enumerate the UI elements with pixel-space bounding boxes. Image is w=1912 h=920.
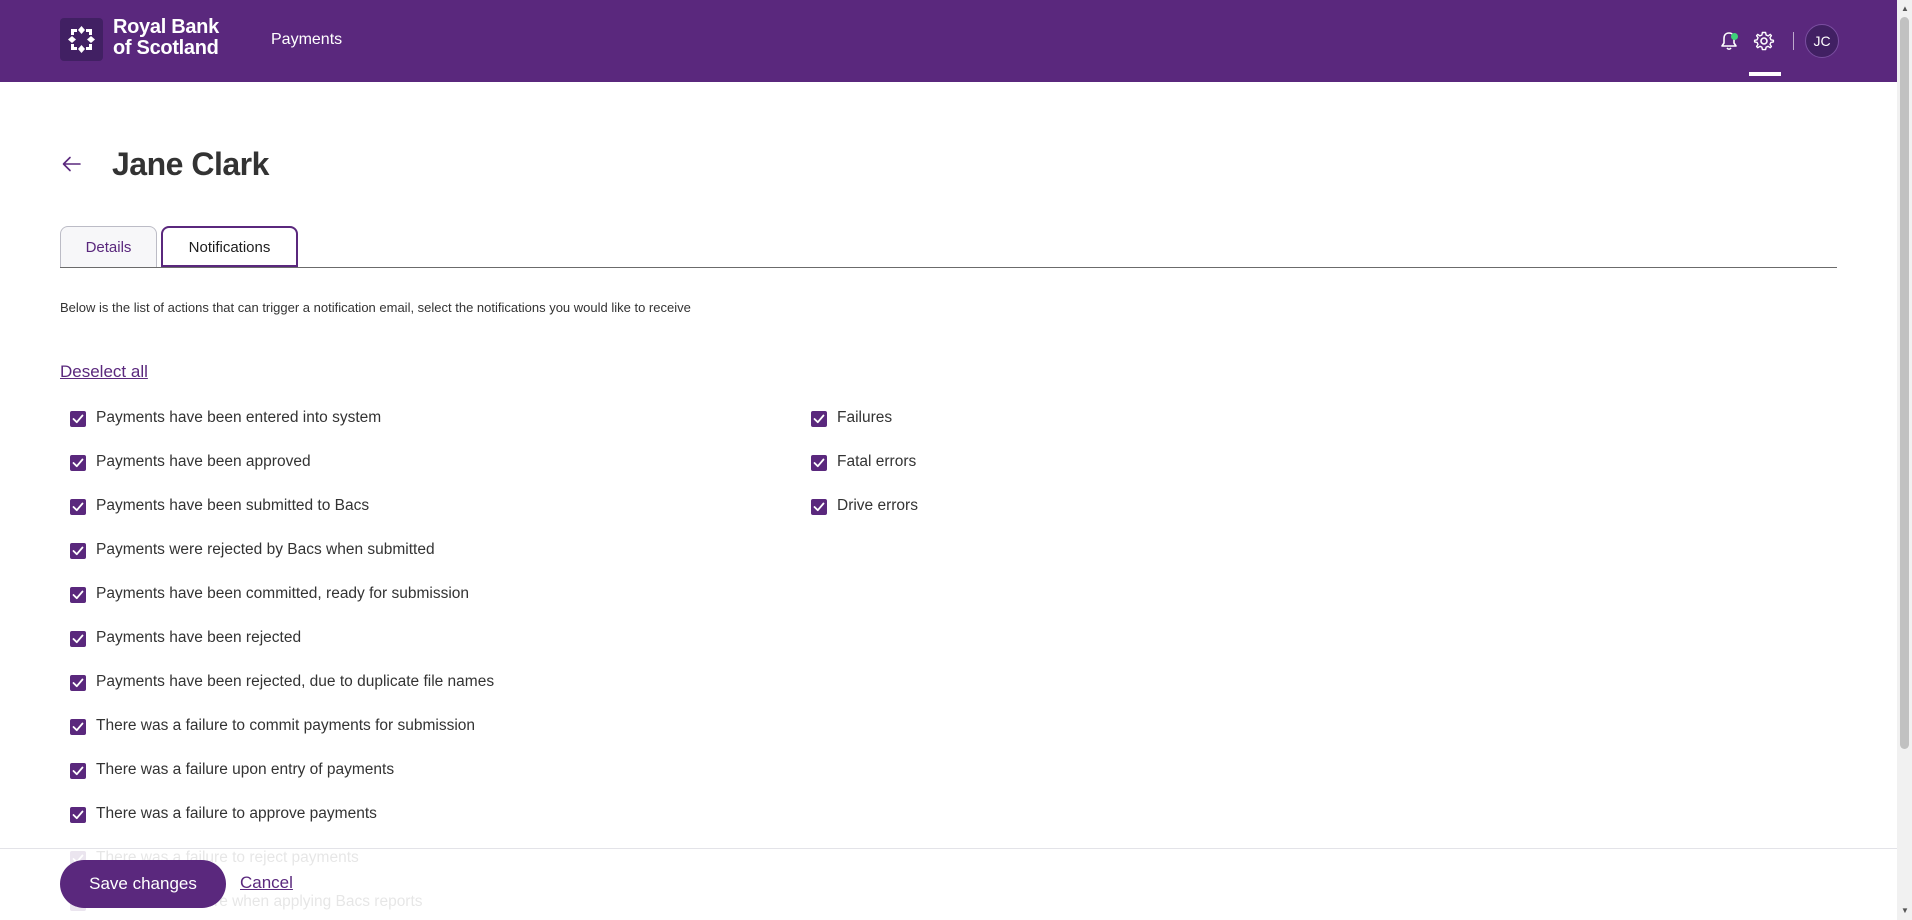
tabs-divider bbox=[60, 267, 1837, 268]
brand-line-2: of Scotland bbox=[113, 37, 219, 59]
checkbox-label: Payments have been submitted to Bacs bbox=[96, 497, 370, 514]
checkbox-label: Payments have been rejected bbox=[96, 629, 302, 646]
checkbox-checked-icon[interactable] bbox=[70, 411, 86, 427]
checkbox-label: Payments have been entered into system bbox=[96, 409, 382, 426]
nav-payments-link[interactable]: Payments bbox=[271, 31, 342, 49]
settings-gear-icon[interactable] bbox=[1753, 30, 1775, 52]
checkbox-label: Payments have been approved bbox=[96, 453, 311, 470]
brand-name: Royal Bank of Scotland bbox=[113, 17, 219, 59]
checkbox-label: Drive errors bbox=[837, 497, 918, 514]
tab-notifications[interactable]: Notifications bbox=[161, 226, 298, 267]
scroll-down-arrow-icon[interactable]: ▼ bbox=[1901, 906, 1909, 915]
checkbox-checked-icon[interactable] bbox=[811, 455, 827, 471]
deselect-all-link[interactable]: Deselect all bbox=[60, 362, 148, 382]
tab-details[interactable]: Details bbox=[60, 226, 157, 268]
checkbox-label: Payments were rejected by Bacs when subm… bbox=[96, 541, 435, 558]
checkbox-checked-icon[interactable] bbox=[70, 587, 86, 603]
scroll-up-arrow-icon[interactable]: ▲ bbox=[1901, 4, 1909, 13]
header-divider bbox=[1793, 32, 1794, 50]
checkbox-label: There was a failure to approve payments bbox=[96, 805, 377, 822]
checkbox-checked-icon[interactable] bbox=[70, 807, 86, 823]
cancel-link[interactable]: Cancel bbox=[240, 873, 293, 893]
page-title: Jane Clark bbox=[112, 146, 269, 182]
checkbox-checked-icon[interactable] bbox=[811, 411, 827, 427]
checkbox-label: Failures bbox=[837, 409, 893, 426]
checkbox-checked-icon[interactable] bbox=[70, 675, 86, 691]
settings-active-indicator bbox=[1749, 72, 1781, 76]
brand-line-1: Royal Bank bbox=[113, 16, 219, 38]
checkbox-label: Payments have been committed, ready for … bbox=[96, 585, 470, 602]
checkbox-label: There was a failure upon entry of paymen… bbox=[96, 761, 395, 778]
notification-indicator-dot bbox=[1731, 33, 1738, 40]
checkbox-checked-icon[interactable] bbox=[70, 719, 86, 735]
checkbox-checked-icon[interactable] bbox=[70, 455, 86, 471]
save-changes-button[interactable]: Save changes bbox=[60, 860, 226, 908]
notifications-bell-icon[interactable] bbox=[1719, 30, 1739, 52]
checkbox-checked-icon[interactable] bbox=[811, 499, 827, 515]
checkbox-label: There was a failure to commit payments f… bbox=[96, 717, 476, 734]
checkbox-label: Fatal errors bbox=[837, 453, 917, 470]
rbs-logo-icon[interactable] bbox=[60, 18, 103, 61]
checkbox-label: Payments have been rejected, due to dupl… bbox=[96, 673, 495, 690]
back-arrow-icon[interactable] bbox=[60, 152, 84, 176]
checkbox-checked-icon[interactable] bbox=[70, 499, 86, 515]
user-avatar[interactable]: JC bbox=[1805, 24, 1839, 58]
notifications-intro-text: Below is the list of actions that can tr… bbox=[60, 300, 691, 315]
checkbox-checked-icon[interactable] bbox=[70, 763, 86, 779]
checkbox-checked-icon[interactable] bbox=[70, 631, 86, 647]
checkbox-checked-icon[interactable] bbox=[70, 543, 86, 559]
scrollbar-thumb[interactable] bbox=[1900, 17, 1909, 749]
